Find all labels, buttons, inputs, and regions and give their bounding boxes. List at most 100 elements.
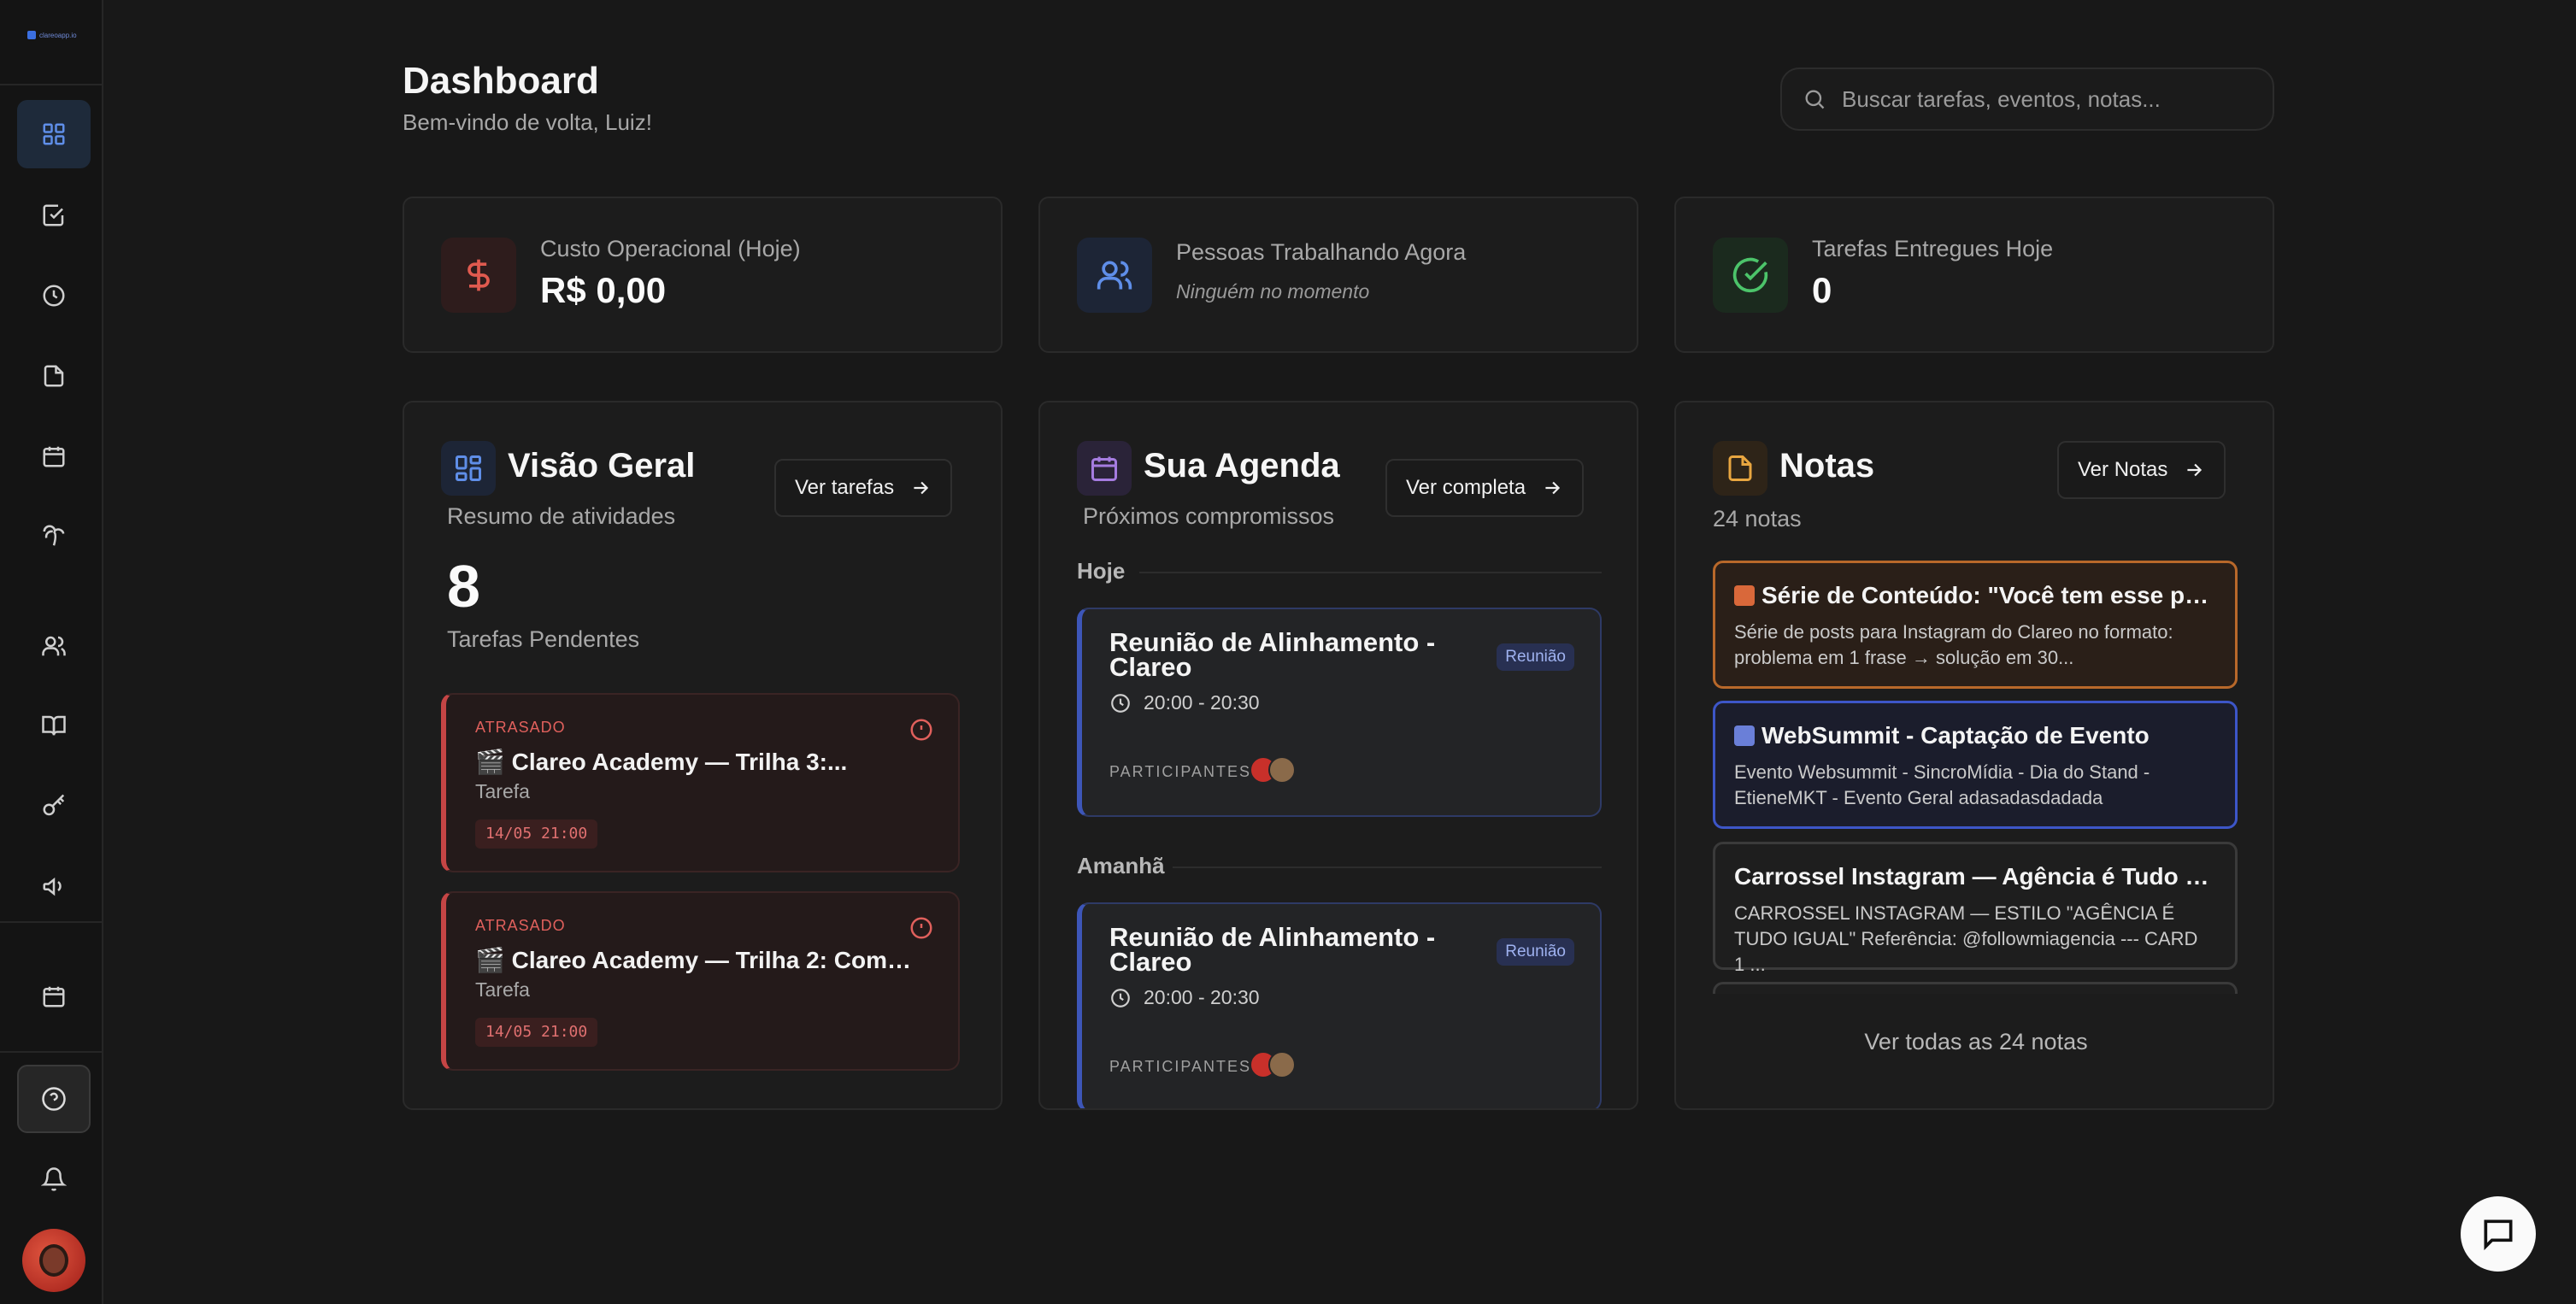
agenda-panel: Sua Agenda Próximos compromissos Ver com… <box>1038 401 1638 1110</box>
search-bar[interactable] <box>1780 68 2274 131</box>
button-label: Ver tarefas <box>795 476 895 499</box>
sidebar-item-library[interactable] <box>17 691 91 760</box>
sidebar: clareoapp.io <box>0 0 103 1304</box>
note-preview: Evento Websummit - SincroMídia - Dia do … <box>1734 761 2150 808</box>
participants-label: PARTICIPANTES <box>1109 1058 1252 1075</box>
app-logo[interactable]: clareoapp.io <box>27 27 79 43</box>
task-date: 14/05 21:00 <box>475 1018 598 1047</box>
arrow-right-icon <box>914 481 929 495</box>
day-header: Hoje <box>1077 558 1126 584</box>
note-preview: Série de posts para Instagram do Clareo … <box>1734 621 2173 668</box>
users-icon <box>1097 261 1132 290</box>
stat-value: R$ 0,00 <box>540 270 667 310</box>
sidebar-item-help[interactable] <box>17 1065 91 1133</box>
sidebar-divider <box>0 1051 103 1053</box>
alert-icon <box>910 719 932 741</box>
sidebar-item-notes[interactable] <box>17 342 91 410</box>
event-time: 20:00 - 20:30 <box>1109 691 1260 714</box>
stat-label: Tarefas Entregues Hoje <box>1812 236 2054 261</box>
task-type: Tarefa <box>475 978 530 1001</box>
note-card-partial[interactable] <box>1713 982 2238 994</box>
button-label: Ver completa <box>1406 476 1526 499</box>
day-divider <box>1139 572 1602 573</box>
view-tasks-button[interactable]: Ver tarefas <box>774 459 953 517</box>
panel-subtitle: Próximos compromissos <box>1083 503 1335 529</box>
task-type: Tarefa <box>475 780 530 802</box>
day-divider <box>1173 866 1602 868</box>
chat-button[interactable] <box>2461 1196 2536 1272</box>
task-date: 14/05 21:00 <box>475 819 598 849</box>
stat-icon-box <box>441 238 516 313</box>
event-time: 20:00 - 20:30 <box>1109 986 1260 1009</box>
note-title-text: Série de Conteúdo: "Você tem esse pro... <box>1761 582 2213 608</box>
view-agenda-button[interactable]: Ver completa <box>1385 459 1585 517</box>
users-icon <box>42 636 66 656</box>
logo-text: clareoapp.io <box>39 31 77 39</box>
file-icon <box>1728 455 1752 481</box>
palm-icon <box>43 525 65 546</box>
sidebar-item-tasks[interactable] <box>17 181 91 250</box>
panel-title: Sua Agenda <box>1144 447 1340 485</box>
search-input[interactable] <box>1842 85 2252 113</box>
sidebar-item-finance[interactable] <box>17 502 91 570</box>
event-time-text: 20:00 - 20:30 <box>1144 691 1260 714</box>
panel-icon-box <box>1077 441 1132 496</box>
file-icon <box>44 365 64 387</box>
stat-label: Custo Operacional (Hoje) <box>540 236 801 261</box>
stat-icon-box <box>1713 238 1788 313</box>
view-notes-button[interactable]: Ver Notas <box>2057 441 2226 499</box>
note-title: Carrossel Instagram — Agência é Tudo Ig.… <box>1734 863 2213 890</box>
note-emoji-icon <box>1734 725 1755 746</box>
event-title: Reunião de Alinhamento - Clareo <box>1109 922 1436 977</box>
event-type-badge: Reunião <box>1497 643 1574 671</box>
sidebar-item-calendar[interactable] <box>17 422 91 490</box>
sidebar-item-keys[interactable] <box>17 772 91 840</box>
logo-icon <box>27 31 36 39</box>
stat-label: Pessoas Trabalhando Agora <box>1176 239 1467 265</box>
dollar-icon <box>468 259 490 291</box>
sidebar-item-marketing[interactable] <box>17 852 91 920</box>
note-card[interactable]: Série de Conteúdo: "Você tem esse pro...… <box>1713 561 2238 689</box>
note-card[interactable]: Carrossel Instagram — Agência é Tudo Ig.… <box>1713 842 2238 975</box>
event-type-badge: Reunião <box>1497 938 1574 966</box>
chat-icon <box>2484 1219 2513 1251</box>
task-card[interactable]: ATRASADO 🎬 Clareo Academy — Trilha 2: Co… <box>441 891 960 1071</box>
stat-value: 0 <box>1812 270 1832 310</box>
grid-icon <box>43 123 65 145</box>
day-header: Amanhã <box>1077 853 1165 878</box>
note-title: WebSummit - Captação de Evento <box>1734 722 2213 749</box>
book-icon <box>42 715 66 736</box>
grid-icon <box>456 455 481 481</box>
sidebar-item-people[interactable] <box>17 612 91 680</box>
task-title: 🎬 Clareo Academy — Trilha 3:... <box>475 749 848 775</box>
event-title: Reunião de Alinhamento - Clareo <box>1109 627 1436 682</box>
participant-avatar[interactable] <box>1268 756 1296 784</box>
notes-count: 24 notas <box>1713 506 1802 532</box>
clock-icon <box>1111 988 1130 1007</box>
participant-avatar[interactable] <box>1268 1051 1296 1078</box>
arrow-right-icon <box>2187 463 2203 477</box>
sidebar-item-dashboard[interactable] <box>17 100 91 168</box>
event-card[interactable]: Reunião de Alinhamento - Clareo Reunião … <box>1077 608 1602 817</box>
user-avatar[interactable] <box>22 1229 85 1292</box>
stat-card-people-working: Pessoas Trabalhando Agora Ninguém no mom… <box>1038 197 1638 353</box>
task-title: 🎬 Clareo Academy — Trilha 2: Como... <box>475 947 920 973</box>
view-all-notes-link[interactable]: Ver todas as 24 notas <box>1676 1029 2273 1055</box>
note-card[interactable]: WebSummit - Captação de Evento Evento We… <box>1713 701 2238 829</box>
megaphone-icon <box>43 877 62 896</box>
task-card[interactable]: ATRASADO 🎬 Clareo Academy — Trilha 3:...… <box>441 693 960 872</box>
bell-icon <box>41 1167 67 1191</box>
panel-title: Notas <box>1779 447 1875 485</box>
sidebar-item-time[interactable] <box>17 261 91 330</box>
task-status: ATRASADO <box>475 719 566 736</box>
event-card[interactable]: Reunião de Alinhamento - Clareo Reunião … <box>1077 902 1602 1108</box>
panel-title: Visão Geral <box>508 447 696 485</box>
sidebar-item-schedule[interactable] <box>17 962 91 1031</box>
stat-card-tasks-delivered: Tarefas Entregues Hoje 0 <box>1674 197 2274 353</box>
help-icon <box>42 1087 66 1111</box>
stat-card-cost: Custo Operacional (Hoje) R$ 0,00 <box>403 197 1003 353</box>
page-title: Dashboard <box>403 60 599 102</box>
sidebar-item-notifications[interactable] <box>17 1145 91 1213</box>
check-circle-icon <box>1732 257 1768 293</box>
note-title-text: WebSummit - Captação de Evento <box>1761 722 2150 749</box>
